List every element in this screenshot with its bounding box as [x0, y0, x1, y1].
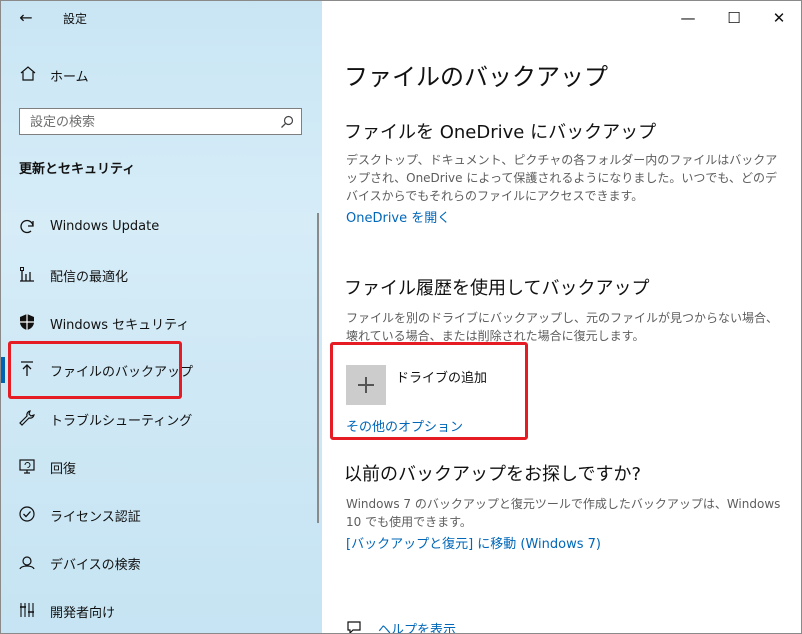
- file-history-heading: ファイル履歴を使用してバックアップ: [344, 278, 650, 299]
- sidebar-item-delivery-optimization[interactable]: 配信の最適化: [1, 256, 322, 292]
- backup-arrow-icon: [17, 359, 37, 379]
- maximize-button[interactable]: ☐: [716, 6, 752, 30]
- settings-window: ← 設定 ホーム 更新とセキュリティ Windows Update: [0, 0, 802, 634]
- back-button[interactable]: ←: [15, 8, 37, 28]
- sidebar-item-label: ホーム: [50, 70, 89, 85]
- help-link-label[interactable]: ヘルプを表示: [378, 619, 456, 633]
- sidebar-item-troubleshoot[interactable]: トラブルシューティング: [1, 400, 322, 436]
- home-icon: [18, 64, 38, 84]
- wrench-icon: [17, 408, 37, 428]
- sidebar-item-label: 配信の最適化: [50, 270, 129, 285]
- add-drive-label[interactable]: ドライブの追加: [396, 367, 487, 386]
- sidebar-item-label: デバイスの検索: [50, 558, 141, 573]
- older-backup-description: Windows 7 のバックアップと復元ツールで作成したバックアップは、Wind…: [346, 497, 781, 529]
- section-title: 更新とセキュリティ: [19, 162, 136, 177]
- add-drive-button[interactable]: [346, 365, 386, 405]
- sidebar: ← 設定 ホーム 更新とセキュリティ Windows Update: [1, 1, 322, 633]
- recovery-icon: [17, 456, 37, 476]
- find-device-icon: [17, 552, 37, 572]
- minimize-button[interactable]: —: [670, 6, 706, 30]
- refresh-icon: [17, 217, 37, 237]
- app-title: 設定: [63, 12, 88, 26]
- older-backup-heading: 以前のバックアップをお探しですか?: [344, 464, 642, 485]
- sidebar-item-label: ライセンス認証: [50, 510, 141, 525]
- sidebar-item-activation[interactable]: ライセンス認証: [1, 496, 322, 532]
- sidebar-item-developer[interactable]: 開発者向け: [1, 592, 322, 628]
- backup-restore-link[interactable]: [バックアップと復元] に移動 (Windows 7): [346, 533, 601, 552]
- open-onedrive-link[interactable]: OneDrive を開く: [346, 207, 450, 226]
- sidebar-item-label: トラブルシューティング: [50, 414, 193, 429]
- sidebar-item-label: ファイルのバックアップ: [50, 365, 194, 380]
- title-bar: ← 設定: [1, 1, 322, 35]
- search-icon[interactable]: [279, 114, 295, 130]
- sidebar-item-windows-update[interactable]: Windows Update: [1, 209, 322, 245]
- sidebar-item-find-device[interactable]: デバイスの検索: [1, 544, 322, 580]
- sidebar-item-file-backup[interactable]: ファイルのバックアップ: [1, 351, 322, 387]
- sidebar-item-recovery[interactable]: 回復: [1, 448, 322, 484]
- sidebar-scrollbar[interactable]: [317, 213, 319, 523]
- shield-icon: [17, 312, 37, 332]
- search-input[interactable]: [30, 113, 270, 131]
- sidebar-item-label: 回復: [50, 462, 77, 477]
- checkmark-circle-icon: [17, 504, 37, 524]
- delivery-optimization-icon: [17, 264, 37, 284]
- sidebar-item-label: Windows Update: [50, 219, 160, 234]
- sidebar-item-windows-security[interactable]: Windows セキュリティ: [1, 304, 322, 340]
- active-indicator: [1, 357, 5, 383]
- close-button[interactable]: ✕: [761, 6, 797, 30]
- onedrive-description: デスクトップ、ドキュメント、ピクチャの各フォルダー内のファイルはバックアップされ…: [346, 153, 778, 203]
- sidebar-item-label: Windows セキュリティ: [50, 318, 190, 333]
- more-options-link[interactable]: その他のオプション: [346, 416, 463, 435]
- file-history-description: ファイルを別のドライブにバックアップし、元のファイルが見つからない場合、壊れてい…: [346, 311, 779, 343]
- developer-icon: [17, 600, 37, 620]
- page-title: ファイルのバックアップ: [344, 63, 608, 91]
- search-box[interactable]: [19, 108, 302, 135]
- help-chat-icon: [346, 619, 362, 633]
- sidebar-item-home[interactable]: ホーム: [1, 63, 322, 87]
- main-content: — ☐ ✕ ファイルのバックアップ ファイルを OneDrive にバックアップ…: [322, 1, 801, 633]
- sidebar-item-label: 開発者向け: [50, 606, 116, 621]
- onedrive-heading: ファイルを OneDrive にバックアップ: [344, 122, 657, 143]
